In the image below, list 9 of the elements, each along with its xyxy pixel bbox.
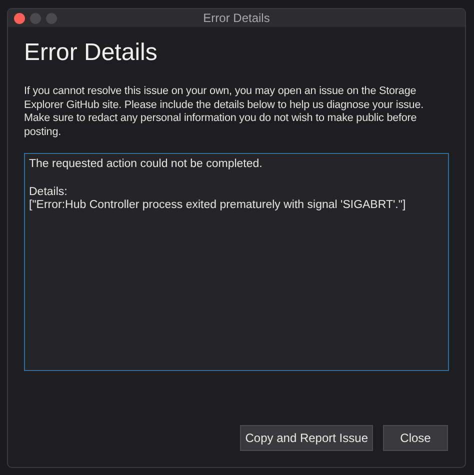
- window-title: Error Details: [203, 10, 270, 27]
- details-field[interactable]: The requested action could not be completed. Details: ["Error:Hub Controller process exited prematurely with signal 'SIGABRT'."]: [24, 153, 449, 372]
- instructions-text: If you cannot resolve this issue on your own, you may open an issue on the Storage Explorer GitHub site. Please include the details below to help us diagnose your issue. Make sure to redact any personal information you do not wish to make public before posting.: [24, 85, 425, 140]
- copy-report-button[interactable]: Copy and Report Issue: [240, 425, 373, 452]
- minimize-window-icon[interactable]: [30, 12, 41, 24]
- close-button[interactable]: Close: [383, 425, 448, 452]
- close-window-icon[interactable]: [14, 12, 25, 24]
- dialog-heading: Error Details: [24, 38, 158, 68]
- zoom-window-icon[interactable]: [46, 12, 57, 24]
